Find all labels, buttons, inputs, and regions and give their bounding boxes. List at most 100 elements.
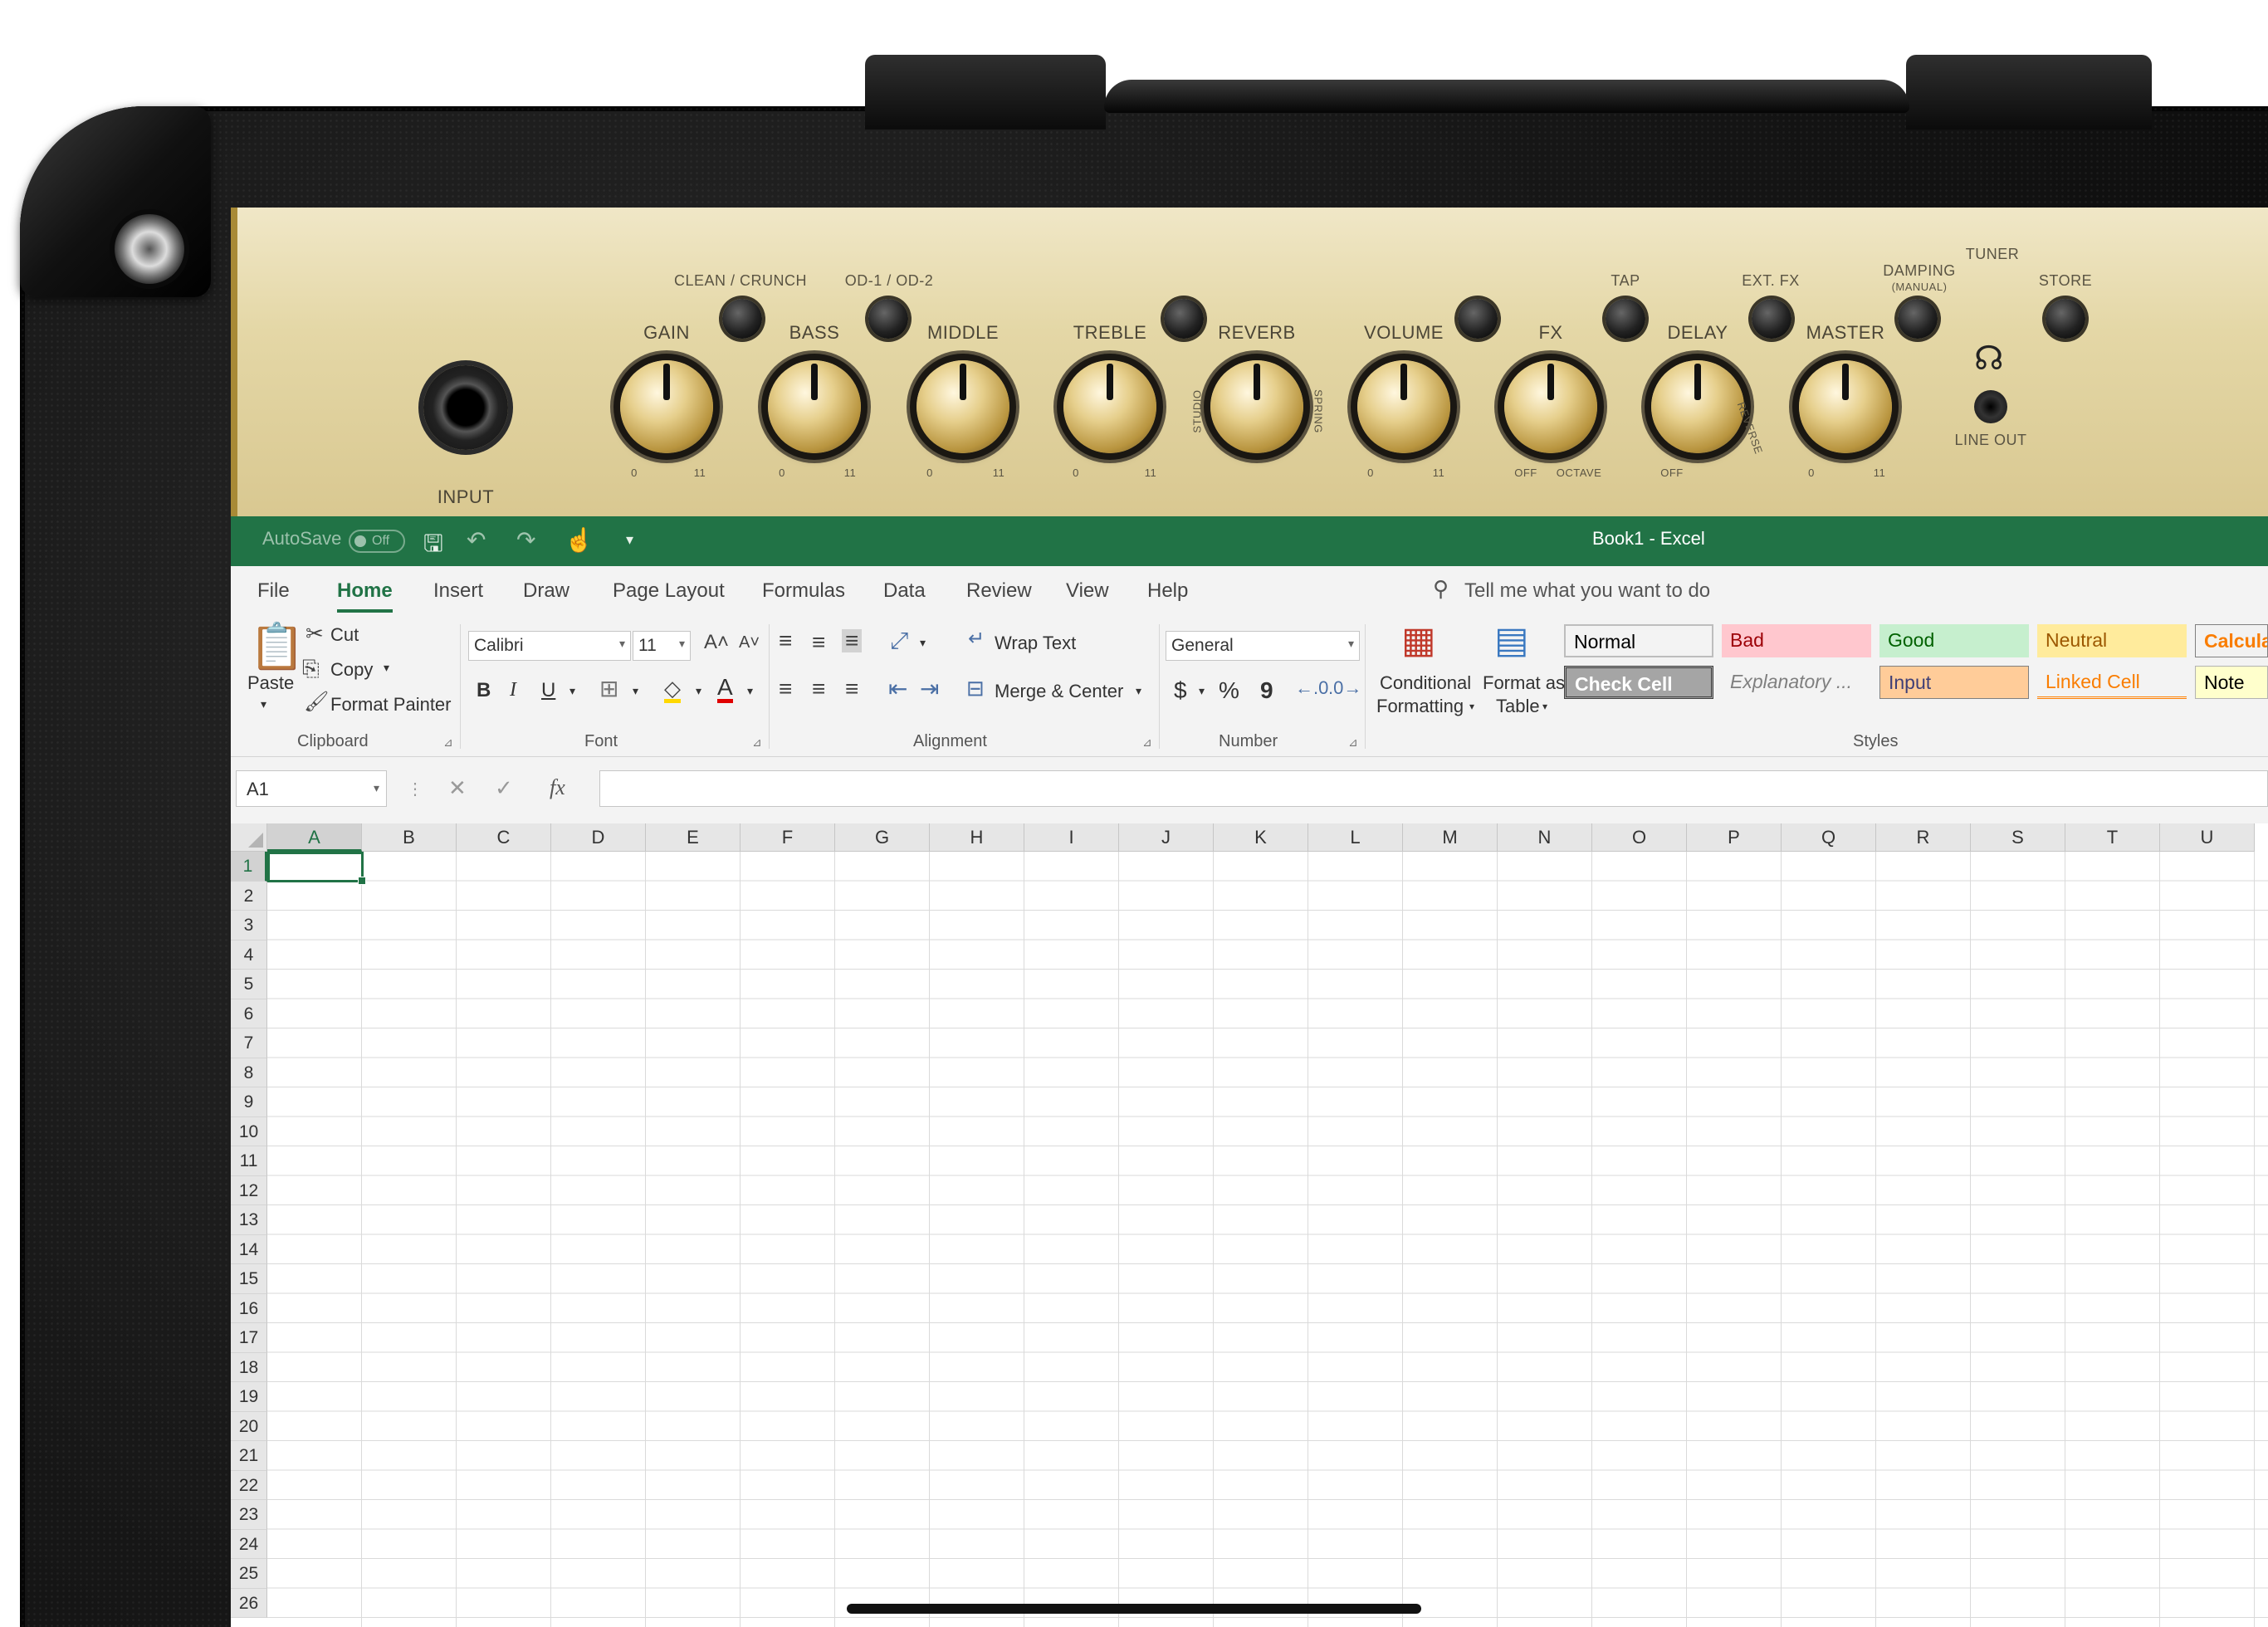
currency-dropdown-icon[interactable]: ▾ xyxy=(1199,684,1205,698)
insert-function-button[interactable]: fx xyxy=(550,775,565,800)
italic-button[interactable]: I xyxy=(510,679,516,701)
wrap-text-button[interactable]: Wrap Text xyxy=(995,633,1076,654)
comma-style-button[interactable]: 9 xyxy=(1260,677,1273,704)
touch-mode-icon[interactable]: ☝ xyxy=(565,526,594,554)
conditional-formatting-button-line2[interactable]: Formatting xyxy=(1376,696,1464,717)
column-header[interactable]: H xyxy=(930,823,1024,852)
tab-draw[interactable]: Draw xyxy=(523,579,569,603)
font-color-dropdown-icon[interactable]: ▾ xyxy=(747,684,753,698)
tab-data[interactable]: Data xyxy=(883,579,926,603)
font-name-select[interactable]: Calibri ▾ xyxy=(468,631,631,661)
row-header[interactable]: 23 xyxy=(231,1500,267,1530)
row-header[interactable]: 25 xyxy=(231,1559,267,1589)
align-center-icon[interactable]: ≡ xyxy=(812,677,825,701)
tab-formulas[interactable]: Formulas xyxy=(762,579,845,603)
column-header[interactable]: B xyxy=(362,823,457,852)
column-header[interactable]: P xyxy=(1687,823,1782,852)
customize-qat-icon[interactable]: ▾ xyxy=(626,531,633,549)
fill-color-dropdown-icon[interactable]: ▾ xyxy=(696,684,701,698)
column-header[interactable]: U xyxy=(2160,823,2255,852)
style-linked-cell[interactable]: Linked Cell xyxy=(2037,666,2187,699)
align-bottom-icon[interactable]: ≡ xyxy=(842,629,863,652)
increase-indent-icon[interactable]: ⇥ xyxy=(920,677,939,701)
merge-center-icon[interactable]: ⊟ xyxy=(966,677,985,699)
row-header[interactable]: 3 xyxy=(231,911,267,941)
column-header[interactable]: R xyxy=(1876,823,1971,852)
tab-view[interactable]: View xyxy=(1066,579,1109,603)
row-header[interactable]: 8 xyxy=(231,1058,267,1087)
column-header[interactable]: T xyxy=(2065,823,2160,852)
row-header[interactable]: 26 xyxy=(231,1588,267,1618)
style-normal[interactable]: Normal xyxy=(1564,624,1713,657)
worksheet-grid[interactable]: ABCDEFGHIJKLMNOPQRSTU 1 2 3 4 5 6 7 8 9 10 11 12 13 1… xyxy=(231,823,2268,1627)
format-as-table-dropdown-icon[interactable]: ▾ xyxy=(1542,701,1547,712)
percent-button[interactable]: % xyxy=(1219,677,1239,704)
enter-icon[interactable]: ✓ xyxy=(495,775,513,801)
tab-help[interactable]: Help xyxy=(1147,579,1188,603)
row-header[interactable]: 21 xyxy=(231,1441,267,1471)
row-header[interactable]: 10 xyxy=(231,1116,267,1146)
bold-button[interactable]: B xyxy=(477,679,491,702)
row-header[interactable]: 24 xyxy=(231,1529,267,1559)
format-painter-button[interactable]: Format Painter xyxy=(330,694,452,716)
fill-color-icon[interactable]: ◇ xyxy=(664,677,681,703)
column-header[interactable]: N xyxy=(1498,823,1592,852)
row-header[interactable]: 9 xyxy=(231,1087,267,1117)
tab-review[interactable]: Review xyxy=(966,579,1032,603)
column-header[interactable]: L xyxy=(1308,823,1403,852)
font-color-icon[interactable]: A xyxy=(717,676,733,703)
align-right-icon[interactable]: ≡ xyxy=(845,677,858,701)
cancel-icon[interactable]: ✕ xyxy=(448,775,467,801)
column-header[interactable]: O xyxy=(1592,823,1687,852)
font-launcher-icon[interactable]: ⊿ xyxy=(752,735,762,750)
row-header[interactable]: 12 xyxy=(231,1175,267,1205)
row-header[interactable]: 6 xyxy=(231,999,267,1028)
format-as-table-button-line2[interactable]: Table xyxy=(1496,696,1540,717)
column-header[interactable]: I xyxy=(1024,823,1119,852)
row-header[interactable]: 15 xyxy=(231,1264,267,1294)
copy-dropdown-icon[interactable]: ▾ xyxy=(384,661,389,675)
tab-file[interactable]: File xyxy=(257,579,290,603)
orientation-dropdown-icon[interactable]: ▾ xyxy=(920,636,926,650)
underline-button[interactable]: U xyxy=(541,679,555,702)
select-all-button[interactable] xyxy=(231,823,267,852)
more-options-icon[interactable]: ⋮ xyxy=(407,779,423,799)
style-calculation[interactable]: Calcula xyxy=(2195,624,2268,657)
tab-insert[interactable]: Insert xyxy=(433,579,483,603)
align-top-icon[interactable]: ≡ xyxy=(779,629,792,652)
conditional-formatting-icon[interactable]: ▦ xyxy=(1401,623,1436,659)
merge-center-button[interactable]: Merge & Center xyxy=(995,681,1123,702)
formula-input[interactable] xyxy=(599,770,2268,807)
cut-button[interactable]: Cut xyxy=(330,624,359,646)
row-header[interactable]: 19 xyxy=(231,1382,267,1412)
row-header[interactable]: 14 xyxy=(231,1234,267,1264)
column-header[interactable]: E xyxy=(646,823,741,852)
tell-me-search[interactable]: Tell me what you want to do xyxy=(1464,579,1710,603)
row-header[interactable]: 22 xyxy=(231,1470,267,1500)
cut-icon[interactable]: ✂ xyxy=(305,623,324,644)
merge-dropdown-icon[interactable]: ▾ xyxy=(1136,684,1141,698)
column-header[interactable]: M xyxy=(1403,823,1498,852)
style-input[interactable]: Input xyxy=(1879,666,2029,699)
row-header[interactable]: 1 xyxy=(231,852,267,882)
align-middle-icon[interactable]: ≡ xyxy=(812,631,825,654)
undo-icon[interactable]: ↶ xyxy=(467,526,486,554)
row-header[interactable]: 13 xyxy=(231,1205,267,1235)
format-painter-icon[interactable]: 🖌 xyxy=(304,692,329,712)
active-cell-a1[interactable] xyxy=(267,852,366,885)
column-header[interactable]: F xyxy=(741,823,835,852)
row-header[interactable]: 5 xyxy=(231,970,267,999)
decrease-decimal-icon[interactable]: .0→ xyxy=(1328,679,1361,697)
currency-button[interactable]: $ xyxy=(1174,677,1187,704)
cells[interactable] xyxy=(267,852,2268,1627)
wrap-text-icon[interactable]: ↵ xyxy=(968,629,985,649)
style-good[interactable]: Good xyxy=(1879,624,2029,657)
borders-dropdown-icon[interactable]: ▾ xyxy=(633,684,638,698)
row-header[interactable]: 7 xyxy=(231,1028,267,1058)
style-check-cell[interactable]: Check Cell xyxy=(1564,666,1713,699)
autosave-toggle[interactable]: Off xyxy=(349,530,405,553)
conditional-formatting-button[interactable]: Conditional xyxy=(1380,672,1471,694)
save-icon[interactable]: 🖫 xyxy=(423,526,443,566)
tab-page-layout[interactable]: Page Layout xyxy=(613,579,725,603)
column-header[interactable]: S xyxy=(1971,823,2065,852)
